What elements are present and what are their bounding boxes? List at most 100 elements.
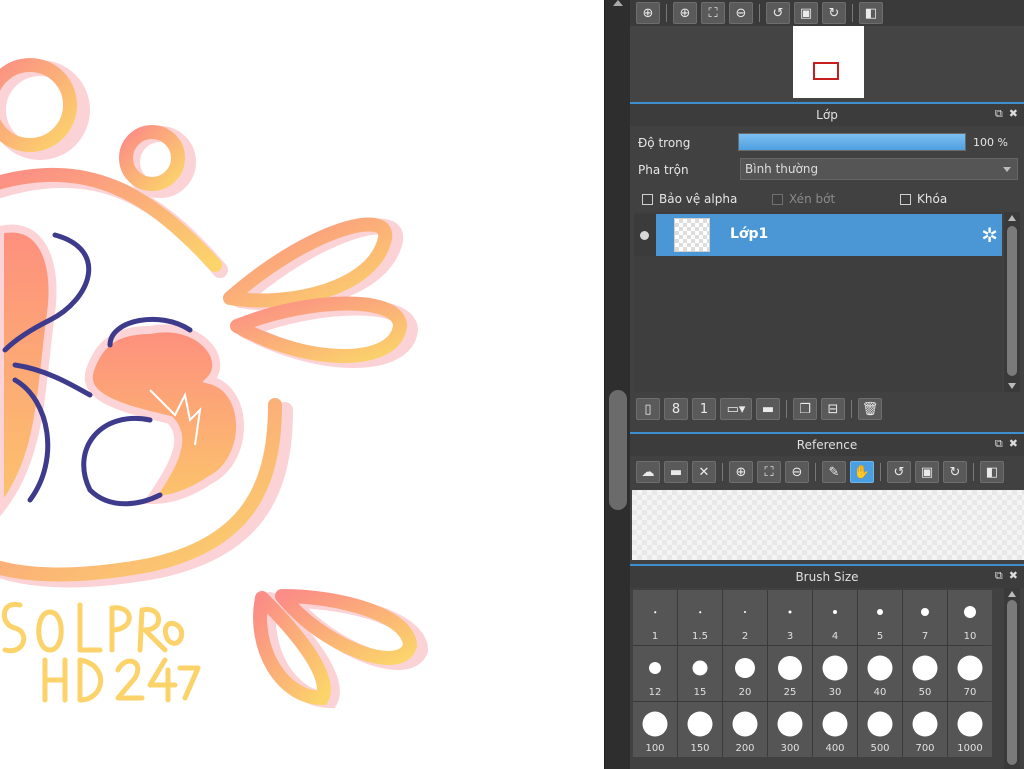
brush-size-cell[interactable]: 300 — [768, 702, 812, 757]
rotate-right-icon[interactable]: ↻ — [822, 2, 846, 24]
brush-size-cell[interactable]: 15 — [678, 646, 722, 701]
new-8bit-layer-icon[interactable]: 8 — [664, 398, 688, 420]
brush-size-cell[interactable]: 3 — [768, 590, 812, 645]
delete-layer-icon[interactable]: 🗑 — [858, 398, 882, 420]
canvas-vertical-scrollbar[interactable] — [604, 0, 630, 769]
brush-size-label: 5 — [876, 631, 884, 642]
opacity-slider[interactable] — [738, 133, 966, 151]
brush-size-cell[interactable]: 30 — [813, 646, 857, 701]
duplicate-layer-icon[interactable]: ❐ — [793, 398, 817, 420]
open-folder-icon[interactable]: ▬ — [664, 461, 688, 483]
navigator-view-frame[interactable] — [813, 62, 839, 80]
rotate-left-icon[interactable]: ↺ — [887, 461, 911, 483]
reference-canvas[interactable] — [632, 490, 1024, 560]
brush-size-label: 300 — [780, 743, 800, 754]
scrollbar-thumb[interactable] — [609, 390, 627, 510]
fit-icon[interactable]: ⛶ — [701, 2, 725, 24]
brush-size-label: 10 — [963, 631, 977, 642]
brush-size-cell[interactable]: 70 — [948, 646, 992, 701]
close-icon[interactable]: ✖ — [1009, 569, 1018, 583]
layer-row[interactable]: Lớp1 ✲ — [634, 214, 1002, 256]
fit-icon[interactable]: ⛶ — [757, 461, 781, 483]
eyedropper-icon[interactable]: ✎ — [822, 461, 846, 483]
brush-size-cell[interactable]: 50 — [903, 646, 947, 701]
brush-size-cell[interactable]: 12 — [633, 646, 677, 701]
brush-size-panel-header: Brush Size ⧉ ✖ — [630, 564, 1024, 588]
undock-icon[interactable]: ⧉ — [995, 569, 1003, 583]
brush-size-cell[interactable]: 100 — [633, 702, 677, 757]
brush-size-cell[interactable]: 700 — [903, 702, 947, 757]
zoom-in-icon[interactable]: ⊕ — [673, 2, 697, 24]
brush-size-cell[interactable]: 4 — [813, 590, 857, 645]
close-icon[interactable]: ✕ — [692, 461, 716, 483]
brush-size-cell[interactable]: 400 — [813, 702, 857, 757]
flip-icon[interactable]: ◧ — [980, 461, 1004, 483]
new-layer-icon[interactable]: ▯ — [636, 398, 660, 420]
scroll-up-arrow-icon[interactable] — [1008, 591, 1016, 597]
clipping-checkbox[interactable]: Xén bớt — [772, 192, 835, 206]
folder-icon[interactable]: ▬ — [756, 398, 780, 420]
brush-size-cell[interactable]: 2 — [723, 590, 767, 645]
brush-size-cell[interactable]: 25 — [768, 646, 812, 701]
zoom-in-icon[interactable]: ⊕ — [729, 461, 753, 483]
add-layer-menu-icon[interactable]: ▭▾ — [720, 398, 752, 420]
brush-size-label: 70 — [963, 687, 977, 698]
brush-size-cell[interactable]: 10 — [948, 590, 992, 645]
brush-size-label: 50 — [918, 687, 932, 698]
brush-dot-icon — [642, 711, 668, 737]
brush-size-cell[interactable]: 1.5 — [678, 590, 722, 645]
brush-size-cell[interactable]: 1000 — [948, 702, 992, 757]
navigator-preview[interactable] — [630, 26, 1024, 102]
brush-size-scrollbar[interactable] — [1004, 588, 1020, 769]
protect-alpha-checkbox[interactable]: Bảo vệ alpha — [642, 192, 737, 206]
zoom-icon[interactable]: ⊕ — [636, 2, 660, 24]
actual-size-icon[interactable]: ▣ — [794, 2, 818, 24]
scroll-up-arrow-icon[interactable] — [613, 0, 623, 6]
layer-list[interactable]: Lớp1 ✲ — [634, 212, 1002, 392]
brush-size-grid: 1 1.5 2 3 4 5 7 10 12 15 20 25 30 40 50 70 100 150 200 300 4… — [633, 590, 992, 757]
navigator-thumbnail[interactable] — [793, 26, 864, 98]
brush-size-label: 12 — [648, 687, 662, 698]
zoom-out-icon[interactable]: ⊖ — [785, 461, 809, 483]
brush-dot-icon — [822, 655, 848, 681]
brush-dot-icon — [867, 655, 893, 681]
blend-label: Pha trộn — [638, 163, 689, 177]
chevron-down-icon — [1003, 167, 1011, 172]
actual-size-icon[interactable]: ▣ — [915, 461, 939, 483]
new-1bit-layer-icon[interactable]: 1 — [692, 398, 716, 420]
brush-size-label: 7 — [921, 631, 929, 642]
undock-icon[interactable]: ⧉ — [995, 107, 1003, 121]
brush-size-label: 1.5 — [692, 631, 708, 642]
close-icon[interactable]: ✖ — [1009, 107, 1018, 121]
brush-size-cell[interactable]: 20 — [723, 646, 767, 701]
hand-icon[interactable]: ✋ — [850, 461, 874, 483]
upload-icon[interactable]: ☁ — [636, 461, 660, 483]
undock-icon[interactable]: ⧉ — [995, 437, 1003, 451]
brush-size-cell[interactable]: 200 — [723, 702, 767, 757]
rotate-left-icon[interactable]: ↺ — [766, 2, 790, 24]
brush-size-cell[interactable]: 500 — [858, 702, 902, 757]
blend-mode-select[interactable]: Bình thường — [740, 158, 1018, 180]
brush-size-label: 2 — [741, 631, 749, 642]
brush-size-cell[interactable]: 40 — [858, 646, 902, 701]
brush-size-cell[interactable]: 150 — [678, 702, 722, 757]
brush-size-cell[interactable]: 5 — [858, 590, 902, 645]
merge-down-icon[interactable]: ⊟ — [821, 398, 845, 420]
brush-size-label: 4 — [831, 631, 839, 642]
gear-icon[interactable]: ✲ — [981, 223, 998, 247]
scrollbar-thumb[interactable] — [1007, 226, 1017, 376]
lock-checkbox[interactable]: Khóa — [900, 192, 947, 206]
scroll-down-arrow-icon[interactable] — [1008, 383, 1016, 389]
rotate-right-icon[interactable]: ↻ — [943, 461, 967, 483]
brush-dot-icon — [654, 611, 656, 613]
layer-visibility-toggle[interactable] — [634, 214, 656, 256]
brush-size-cell[interactable]: 1 — [633, 590, 677, 645]
close-icon[interactable]: ✖ — [1009, 437, 1018, 451]
scroll-up-arrow-icon[interactable] — [1008, 215, 1016, 221]
layer-list-scrollbar[interactable] — [1004, 212, 1020, 392]
flip-icon[interactable]: ◧ — [859, 2, 883, 24]
drawing-canvas[interactable] — [0, 0, 604, 769]
zoom-out-icon[interactable]: ⊖ — [729, 2, 753, 24]
scrollbar-thumb[interactable] — [1007, 600, 1017, 765]
brush-size-cell[interactable]: 7 — [903, 590, 947, 645]
